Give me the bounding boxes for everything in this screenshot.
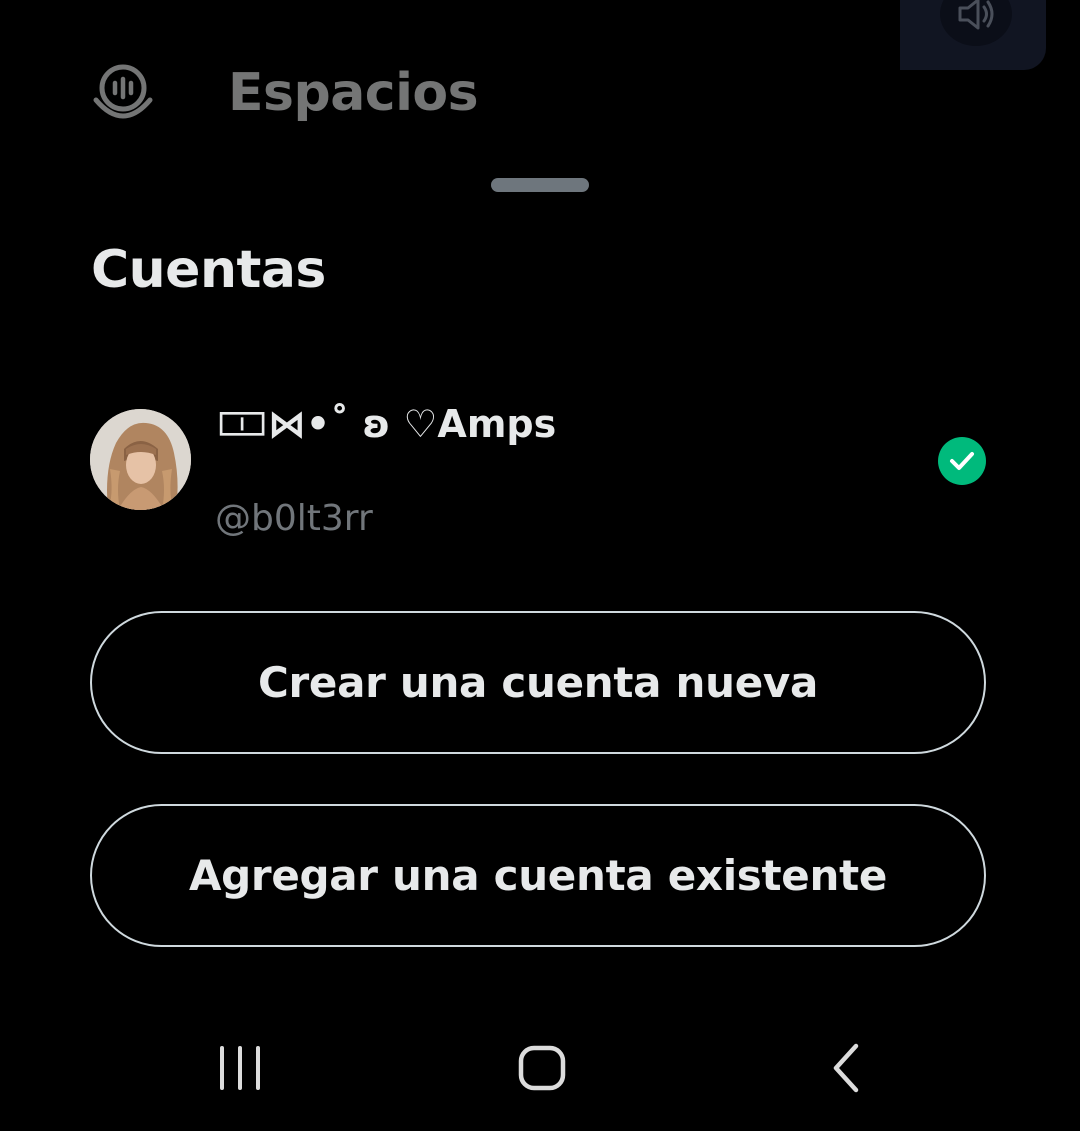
account-row[interactable]: 🀱⋈•˚ ʚ ♡Amps @b0lt3rr <box>90 400 990 550</box>
mini-player[interactable] <box>900 0 1046 70</box>
home-icon[interactable] <box>497 1028 587 1108</box>
create-account-button[interactable]: Crear una cuenta nueva <box>90 611 986 754</box>
spaces-microphone-icon <box>92 62 154 124</box>
add-existing-account-button[interactable]: Agregar una cuenta existente <box>90 804 986 947</box>
recent-apps-icon[interactable] <box>195 1028 285 1108</box>
account-handle: @b0lt3rr <box>215 498 373 539</box>
system-navigation-bar <box>0 1010 1080 1131</box>
sheet-title: Cuentas <box>91 240 326 300</box>
checkmark-icon <box>938 437 986 485</box>
speaker-icon[interactable] <box>940 0 1012 46</box>
spaces-menu-item[interactable]: Espacios <box>92 62 479 124</box>
back-icon[interactable] <box>800 1028 890 1108</box>
avatar <box>90 409 191 510</box>
sheet-drag-handle[interactable] <box>491 178 589 192</box>
account-display-name: 🀱⋈•˚ ʚ ♡Amps <box>216 402 557 446</box>
spaces-menu-label: Espacios <box>228 63 479 123</box>
